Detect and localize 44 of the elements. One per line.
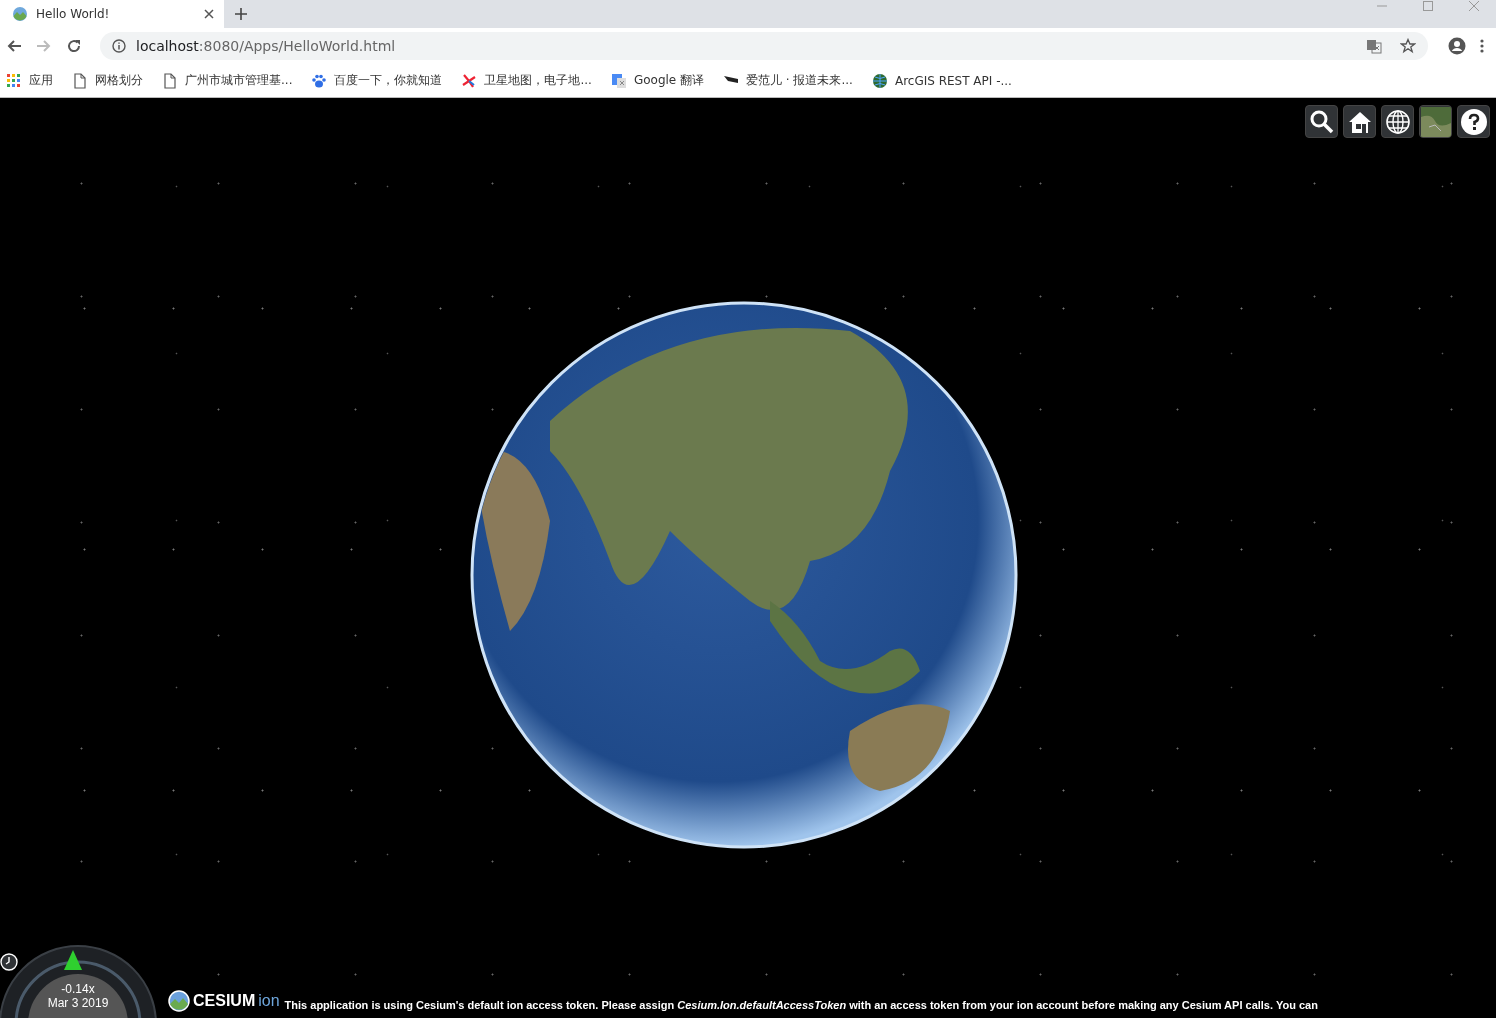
info-icon xyxy=(112,39,126,53)
cesium-ion-logo[interactable]: CESIUM ion xyxy=(168,990,280,1012)
clock-icon[interactable] xyxy=(0,953,18,971)
paw-icon xyxy=(311,72,328,89)
bookmark[interactable]: 网格划分 xyxy=(72,72,143,89)
globe-icon xyxy=(12,6,28,22)
bookmark[interactable]: 百度一下，你就知道 xyxy=(311,72,443,89)
page-icon xyxy=(162,72,178,89)
url-text: localhost:8080/Apps/HelloWorld.html xyxy=(136,38,396,54)
home-button[interactable] xyxy=(1343,105,1376,138)
globe-icon xyxy=(871,72,888,89)
globe-button[interactable] xyxy=(1381,105,1414,138)
bookmark[interactable]: ArcGIS REST API -... xyxy=(871,72,1012,89)
help-icon xyxy=(1458,106,1489,137)
imagery-button[interactable] xyxy=(1419,105,1452,138)
account-icon[interactable] xyxy=(1448,37,1466,55)
date-text: Mar 3 2019 xyxy=(46,996,110,1010)
new-tab-icon[interactable] xyxy=(234,7,248,21)
globe-drawing[interactable] xyxy=(470,301,1018,849)
search-button[interactable] xyxy=(1305,105,1338,138)
tab-title: Hello World! xyxy=(36,7,111,21)
speed-text: -0.14x xyxy=(60,982,96,996)
bookmark[interactable]: 广州市城市管理基... xyxy=(162,72,293,89)
translate-icon xyxy=(610,72,627,89)
close-icon[interactable] xyxy=(204,9,214,19)
bookmark[interactable]: 爱范儿 · 报道未来... xyxy=(723,72,853,89)
animation-dial[interactable]: -0.14x Mar 3 2019 xyxy=(0,944,160,1018)
star-icon[interactable] xyxy=(1400,38,1416,54)
page-icon xyxy=(72,72,88,89)
translate-icon[interactable] xyxy=(1366,38,1382,54)
imagery-thumbnail-icon xyxy=(1420,106,1451,137)
browser-tab[interactable]: Hello World! xyxy=(0,0,224,28)
bookmark[interactable]: Google 翻译 xyxy=(610,72,705,89)
apps-grid-icon xyxy=(6,72,22,89)
reload-icon[interactable] xyxy=(66,38,82,54)
address-bar[interactable]: localhost:8080/Apps/HelloWorld.html xyxy=(100,32,1428,60)
bookmark[interactable]: 应用 xyxy=(6,72,53,89)
token-notice: This application is using Cesium's default ion access token. Please assign Cesium.Ion.defaultAccessToken with an access token from your ion account before making any Cesium API calls. You can xyxy=(284,998,1318,1012)
back-arrow-icon[interactable] xyxy=(6,38,22,54)
help-button[interactable] xyxy=(1457,105,1490,138)
needle-icon xyxy=(64,950,82,970)
bookmark[interactable]: 卫星地图，电子地... xyxy=(461,72,592,89)
menu-icon[interactable] xyxy=(1480,38,1484,54)
pinwheel-icon xyxy=(461,72,478,89)
